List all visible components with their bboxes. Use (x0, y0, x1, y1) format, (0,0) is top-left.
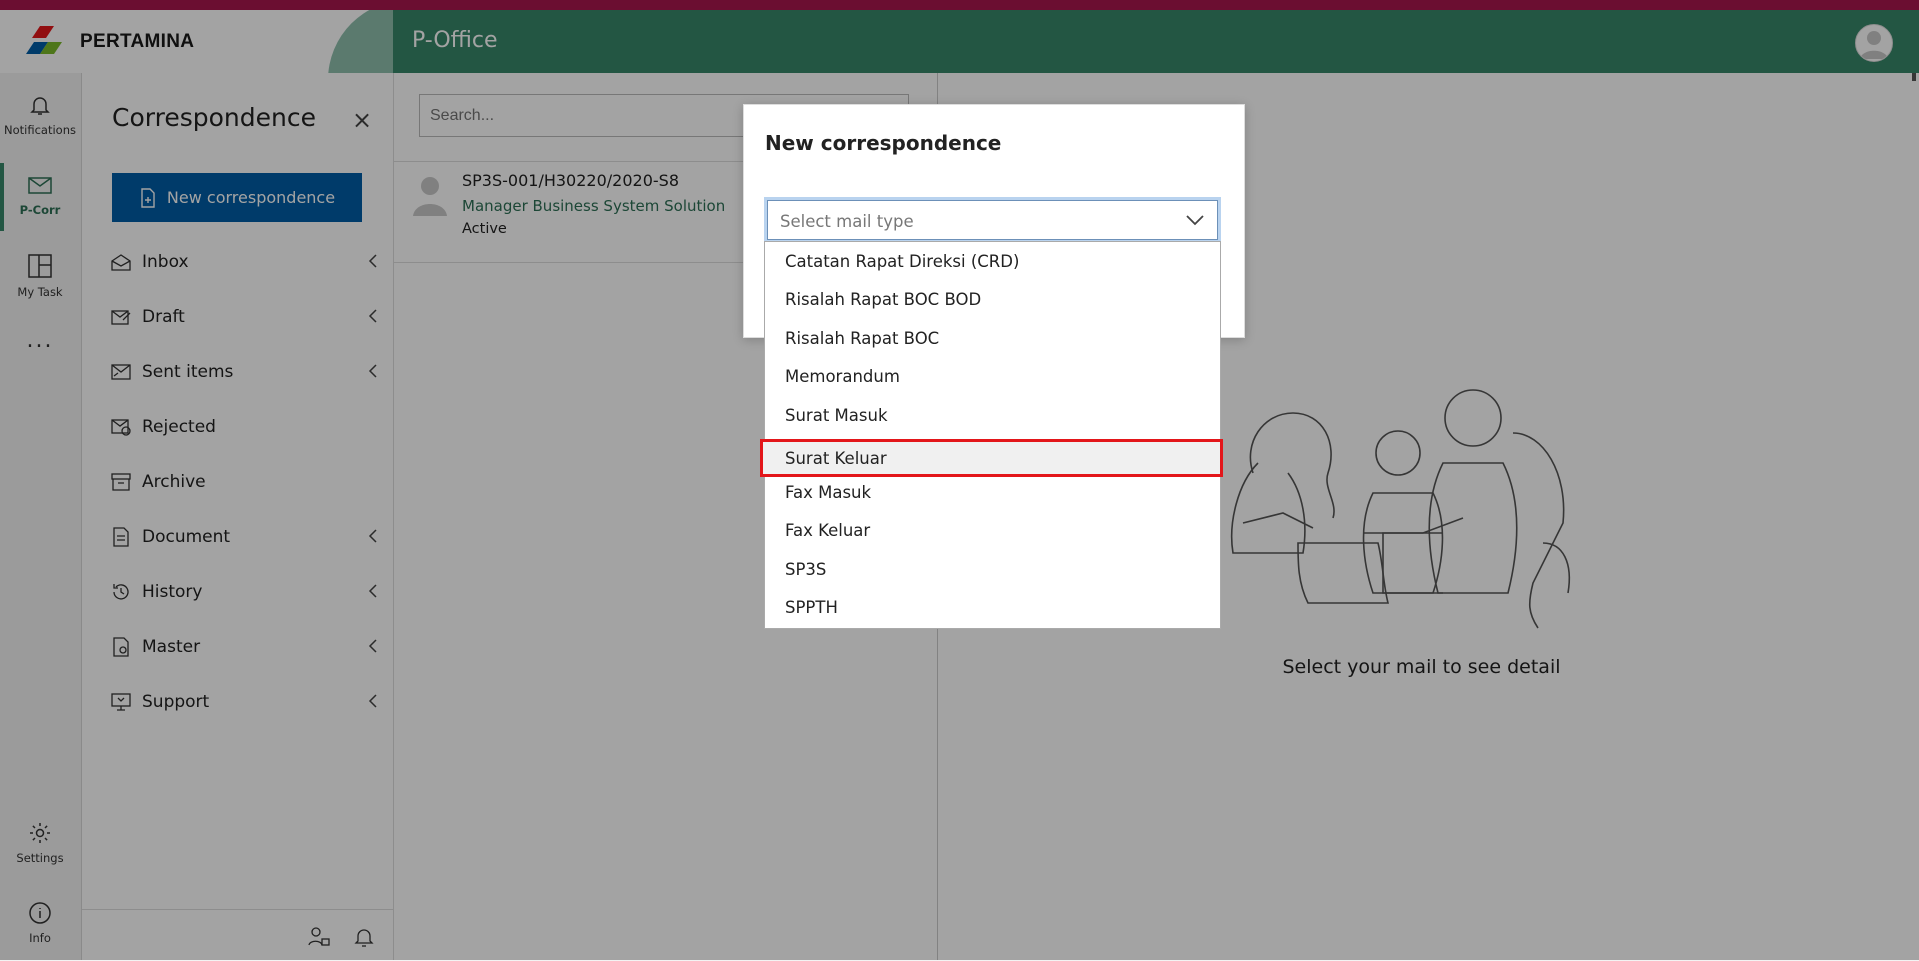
dropdown-option[interactable]: SP3S (765, 550, 1220, 588)
dropdown-option[interactable]: SPPTH (765, 588, 1220, 626)
mail-type-placeholder: Select mail type (780, 212, 914, 231)
dropdown-option[interactable]: Risalah Rapat BOC (765, 319, 1220, 357)
modal-title: New correspondence (765, 131, 1002, 155)
dropdown-option[interactable]: Memorandum (765, 357, 1220, 395)
mail-type-select[interactable]: Select mail type (764, 197, 1221, 243)
dropdown-option[interactable]: Fax Masuk (765, 473, 1220, 511)
dropdown-option[interactable]: Fax Keluar (765, 511, 1220, 549)
mail-type-select-inner: Select mail type (767, 200, 1218, 240)
dropdown-option[interactable]: Surat Masuk (765, 396, 1220, 434)
mail-type-dropdown: Catatan Rapat Direksi (CRD) Risalah Rapa… (760, 241, 1223, 629)
dropdown-option-highlighted[interactable]: Surat Keluar (760, 439, 1223, 477)
chevron-down-icon (1186, 215, 1204, 226)
dropdown-option[interactable]: Catatan Rapat Direksi (CRD) (765, 242, 1220, 280)
dropdown-option[interactable]: Risalah Rapat BOC BOD (765, 280, 1220, 318)
